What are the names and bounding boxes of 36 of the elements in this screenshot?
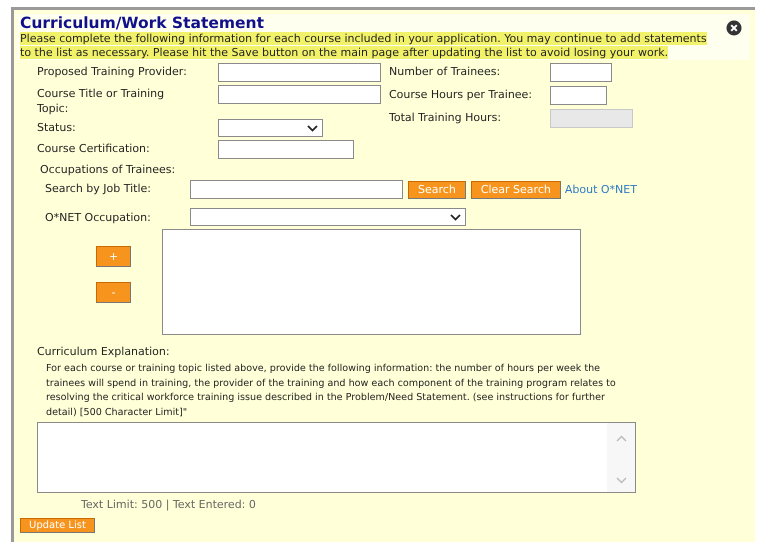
search-button[interactable]: Search bbox=[408, 180, 466, 198]
field-label: Total Training Hours: bbox=[389, 110, 502, 126]
field-label: Number of Trainees: bbox=[389, 64, 502, 80]
close-icon[interactable] bbox=[726, 20, 742, 36]
field-label: Course Hours per Trainee: bbox=[389, 87, 534, 103]
chevron-down-icon bbox=[307, 124, 318, 132]
character-counter: Text Limit: 500 | Text Entered: 0 bbox=[80, 497, 257, 512]
occupation-dropdown[interactable] bbox=[190, 208, 466, 226]
explanation-field[interactable] bbox=[37, 422, 636, 493]
search-field[interactable] bbox=[190, 180, 403, 199]
text-field[interactable] bbox=[550, 86, 607, 105]
instructions-text: Please complete the following information for each course included in your application. You may continue to add statements to the list as necessary. Please hit the Save button on the main page after updating the list to avoid losing your work. bbox=[20, 32, 708, 60]
scroll-up-icon[interactable] bbox=[616, 435, 626, 442]
add-button[interactable]: + bbox=[96, 246, 131, 267]
section-heading: Occupations of Trainees: bbox=[40, 162, 176, 177]
text-field[interactable] bbox=[218, 63, 381, 82]
dropdown-field[interactable] bbox=[218, 119, 323, 137]
field-label: Status: bbox=[37, 120, 77, 136]
text-field[interactable] bbox=[218, 85, 381, 104]
occupation-list[interactable] bbox=[162, 229, 581, 335]
update-list-button[interactable]: Update List bbox=[20, 518, 95, 533]
section-heading: Curriculum Explanation: bbox=[37, 344, 171, 359]
chevron-down-icon bbox=[450, 214, 461, 220]
description-text: For each course or training topic listed above, provide the following information: the number of hours per week the trainees will spend in training, the provider of the training and how each component of the training program relates to resolving the critical workforce training issue described in the Problem/Need Statement. (see instructions for further detail) [500 Character Limit]" bbox=[45, 362, 617, 420]
scroll-down-icon[interactable] bbox=[616, 477, 626, 484]
clear-search-button[interactable]: Clear Search bbox=[470, 180, 561, 198]
text-field[interactable] bbox=[218, 140, 354, 159]
field-label: Course Title or Training Topic: bbox=[37, 86, 166, 116]
remove-button[interactable]: - bbox=[96, 282, 131, 303]
field-label: Search by Job Title: bbox=[44, 181, 152, 196]
field-label: O*NET Occupation: bbox=[44, 210, 152, 225]
text-field[interactable] bbox=[550, 63, 612, 82]
field-label: Course Certification: bbox=[37, 141, 151, 157]
field-label: Proposed Training Provider: bbox=[37, 64, 187, 80]
dialog-title: Curriculum/Work Statement bbox=[20, 14, 264, 32]
about-link[interactable]: About O*NET bbox=[564, 183, 637, 196]
